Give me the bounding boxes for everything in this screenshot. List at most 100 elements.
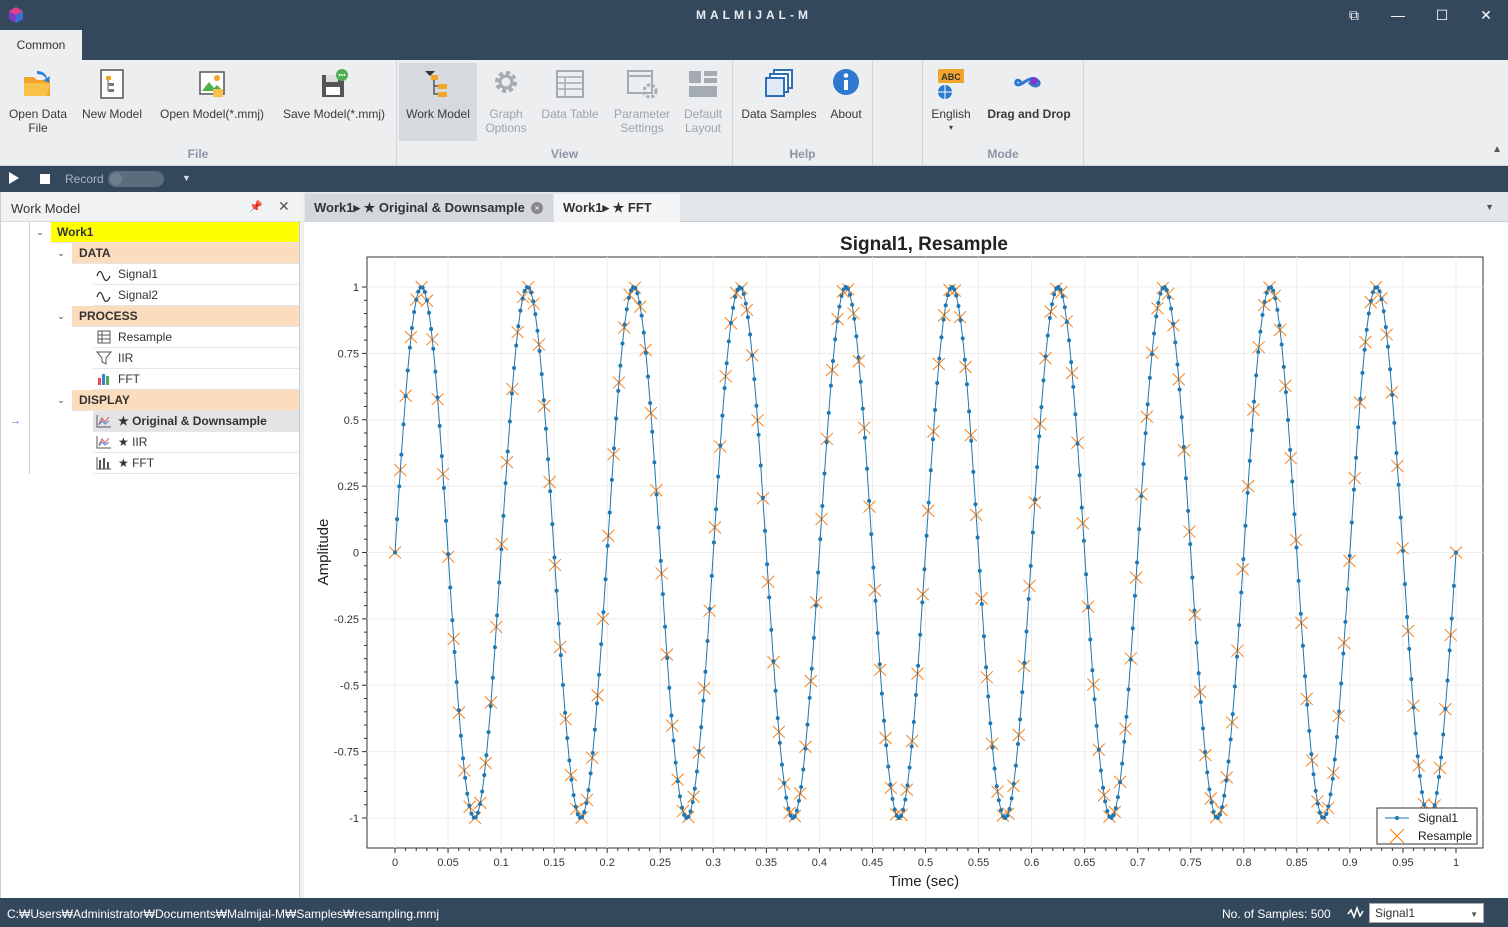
signal1-point <box>775 716 780 721</box>
signal1-point <box>979 601 984 606</box>
signal-chart[interactable]: Signal1, Resample 0 0.05 0.1 0.15 0.2 0.25 0.3 0… <box>304 222 1508 898</box>
play-icon[interactable] <box>9 172 19 184</box>
signal1-point <box>1015 742 1020 747</box>
signal1-point <box>799 785 804 790</box>
legend-signal1-label: Signal1 <box>1418 811 1458 825</box>
data-table-button[interactable]: Data Table <box>537 63 603 141</box>
record-toggle[interactable] <box>108 171 164 187</box>
chevron-down-icon[interactable]: ⌄ <box>55 306 67 326</box>
legend-signal1-marker <box>1395 816 1399 820</box>
tabs-dropdown-icon[interactable]: ▼ <box>1485 202 1494 212</box>
signal1-point <box>1217 812 1222 817</box>
signal1-point <box>1205 770 1210 775</box>
signal1-point <box>973 502 978 507</box>
tree-item-fft-display[interactable]: ★ FFT <box>93 453 299 474</box>
bar-chart-icon <box>96 457 111 470</box>
drag-and-drop-label: Drag and Drop <box>987 107 1071 121</box>
signal1-point <box>1143 431 1148 436</box>
signal1-point <box>437 423 442 428</box>
chevron-down-icon[interactable]: ⌄ <box>55 390 67 410</box>
new-model-button[interactable]: New Model <box>78 63 146 141</box>
pin-icon[interactable]: 📌 <box>249 200 263 213</box>
signal1-point <box>899 814 904 819</box>
signal1-point <box>758 463 763 468</box>
y-tick-label: 0.5 <box>344 415 359 427</box>
collapse-ribbon-icon[interactable]: ▲ <box>1492 144 1502 155</box>
signal1-point <box>918 632 923 637</box>
signal1-point <box>558 653 563 658</box>
signal1-point <box>1305 702 1310 707</box>
tab-common[interactable]: Common <box>0 30 82 60</box>
signal1-point <box>964 382 969 387</box>
signal1-point <box>1398 515 1403 520</box>
signal1-point <box>1264 290 1269 295</box>
signal1-point <box>567 758 572 763</box>
close-tab-icon[interactable]: × <box>531 202 543 214</box>
signal1-point <box>1360 370 1365 375</box>
signal1-point <box>1026 597 1031 602</box>
signal1-point <box>1192 608 1197 613</box>
signal1-point <box>935 380 940 385</box>
signal1-point <box>1096 747 1101 752</box>
tree-item-signal2[interactable]: Signal2 <box>93 285 299 306</box>
signal1-point <box>1111 813 1116 818</box>
x-tick-label: 0.3 <box>706 857 721 869</box>
tree-section-process[interactable]: PROCESS <box>72 306 299 327</box>
signal1-point <box>431 346 436 351</box>
record-dropdown-icon[interactable]: ▼ <box>182 173 191 183</box>
signal1-point <box>1069 360 1074 365</box>
signal1-point <box>1417 774 1422 779</box>
stop-icon[interactable] <box>40 174 50 184</box>
tree-item-iir[interactable]: IIR <box>93 348 299 369</box>
signal1-point <box>956 304 961 309</box>
parameter-settings-button[interactable]: Parameter Settings <box>605 63 679 141</box>
open-data-file-button[interactable]: Open Data File <box>4 63 72 141</box>
work-model-button[interactable]: Work Model <box>399 63 477 141</box>
legend-resample-label: Resample <box>1418 829 1472 843</box>
default-layout-button[interactable]: Default Layout <box>677 63 729 141</box>
graph-options-button[interactable]: Graph Options <box>477 63 535 141</box>
signal1-point <box>414 297 419 302</box>
signal1-point <box>1441 732 1446 737</box>
signal1-point <box>660 592 665 597</box>
minimize-button[interactable]: — <box>1376 0 1420 30</box>
signal1-point <box>1343 619 1348 624</box>
language-badge-text: ABC <box>941 72 961 82</box>
language-dropdown[interactable]: ABC English ▾ <box>927 63 975 141</box>
restore-layout-button[interactable]: ⧉ <box>1332 0 1376 30</box>
maximize-button[interactable]: ☐ <box>1420 0 1464 30</box>
signal1-point <box>845 286 850 291</box>
tree-item-iir-display[interactable]: ★ IIR <box>93 432 299 453</box>
signal1-point <box>1018 717 1023 722</box>
tab-original-downsample[interactable]: Work1▸ ★ Original & Downsample × <box>305 194 553 222</box>
table-icon <box>556 70 584 98</box>
close-panel-icon[interactable]: ✕ <box>278 198 290 215</box>
signal1-point <box>1224 778 1229 783</box>
signal-select[interactable]: Signal1 ▼ <box>1369 903 1484 923</box>
tree-section-data[interactable]: DATA <box>72 243 299 264</box>
tree-item-signal1[interactable]: Signal1 <box>93 264 299 285</box>
drag-and-drop-button[interactable]: Drag and Drop <box>979 63 1079 141</box>
about-button[interactable]: About <box>823 63 869 141</box>
close-window-button[interactable]: ✕ <box>1464 0 1508 30</box>
tree-root-work1[interactable]: Work1 <box>51 222 299 243</box>
data-samples-button[interactable]: Data Samples <box>737 63 821 141</box>
tree-section-display[interactable]: DISPLAY <box>72 390 299 411</box>
save-model-button[interactable]: Save Model(*.mmj) <box>276 63 392 141</box>
signal1-point <box>1385 344 1390 349</box>
x-tick-label: 0.45 <box>862 857 883 869</box>
signal1-point <box>497 580 502 585</box>
tab-fft[interactable]: Work1▸ ★ FFT <box>554 194 680 222</box>
signal1-point <box>762 528 767 533</box>
chevron-down-icon[interactable]: ⌄ <box>55 243 67 263</box>
open-model-button[interactable]: Open Model(*.mmj) <box>152 63 272 141</box>
signal1-point <box>1047 315 1052 320</box>
tree-item-original-downsample[interactable]: ★ Original & Downsample <box>93 411 299 432</box>
tab-label: Work1▸ ★ Original & Downsample <box>314 200 525 215</box>
tree-item-fft[interactable]: FFT <box>93 369 299 390</box>
x-axis-label: Time (sec) <box>889 873 959 890</box>
chevron-down-icon[interactable]: ⌄ <box>34 222 46 242</box>
tree-item-resample[interactable]: Resample <box>93 327 299 348</box>
signal1-point <box>569 777 574 782</box>
signal1-point <box>824 440 829 445</box>
